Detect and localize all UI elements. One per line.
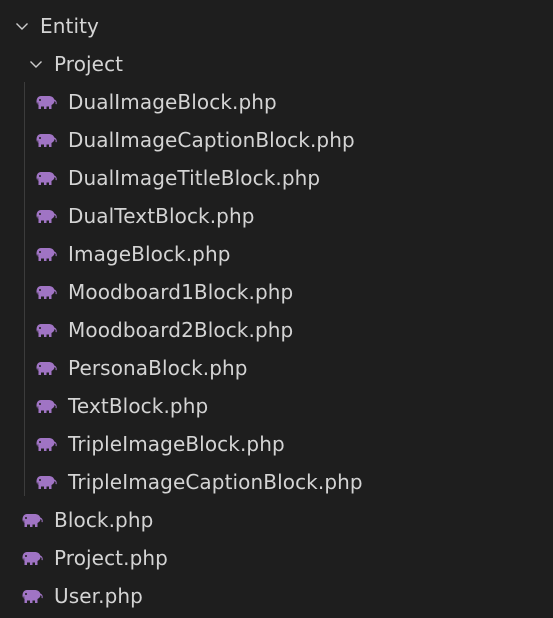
file-label: TextBlock.php [68, 394, 209, 418]
php-elephant-icon [35, 93, 57, 111]
php-elephant-icon [35, 359, 57, 377]
php-elephant-icon [35, 321, 57, 339]
file-label: DualImageBlock.php [68, 90, 277, 114]
folder-project[interactable]: Project [0, 45, 553, 83]
file-label: Block.php [54, 508, 154, 532]
file-label: ImageBlock.php [68, 242, 231, 266]
chevron-down-icon[interactable] [26, 54, 46, 74]
php-elephant-icon [35, 245, 57, 263]
file-explorer-tree: Entity Project DualImageBlock.php DualIm… [0, 0, 553, 618]
folder-label: Entity [40, 14, 99, 38]
file-item[interactable]: Project.php [0, 539, 553, 577]
file-item[interactable]: TripleImageBlock.php [0, 425, 553, 463]
php-elephant-icon [21, 587, 43, 605]
file-label: Project.php [54, 546, 168, 570]
php-elephant-icon [35, 169, 57, 187]
file-item[interactable]: DualImageCaptionBlock.php [0, 121, 553, 159]
file-item[interactable]: Moodboard1Block.php [0, 273, 553, 311]
folder-label: Project [54, 52, 124, 76]
file-item[interactable]: Block.php [0, 501, 553, 539]
file-label: Moodboard1Block.php [68, 280, 294, 304]
folder-entity[interactable]: Entity [0, 7, 553, 45]
chevron-down-icon[interactable] [12, 16, 32, 36]
file-label: DualTextBlock.php [68, 204, 255, 228]
php-elephant-icon [35, 283, 57, 301]
file-label: TripleImageBlock.php [68, 432, 285, 456]
file-item[interactable]: DualTextBlock.php [0, 197, 553, 235]
file-item[interactable]: DualImageTitleBlock.php [0, 159, 553, 197]
file-item[interactable]: TextBlock.php [0, 387, 553, 425]
file-item[interactable]: DualImageBlock.php [0, 83, 553, 121]
file-item[interactable]: PersonaBlock.php [0, 349, 553, 387]
file-item[interactable]: TripleImageCaptionBlock.php [0, 463, 553, 501]
file-item[interactable]: Moodboard2Block.php [0, 311, 553, 349]
file-label: Moodboard2Block.php [68, 318, 294, 342]
php-elephant-icon [35, 397, 57, 415]
php-elephant-icon [35, 473, 57, 491]
file-label: PersonaBlock.php [68, 356, 248, 380]
file-label: User.php [54, 584, 143, 608]
file-item[interactable]: User.php [0, 577, 553, 615]
php-elephant-icon [35, 207, 57, 225]
file-item[interactable]: ImageBlock.php [0, 235, 553, 273]
php-elephant-icon [35, 131, 57, 149]
php-elephant-icon [21, 511, 43, 529]
file-label: DualImageTitleBlock.php [68, 166, 321, 190]
file-label: DualImageCaptionBlock.php [68, 128, 355, 152]
php-elephant-icon [21, 549, 43, 567]
file-label: TripleImageCaptionBlock.php [68, 470, 363, 494]
php-elephant-icon [35, 435, 57, 453]
